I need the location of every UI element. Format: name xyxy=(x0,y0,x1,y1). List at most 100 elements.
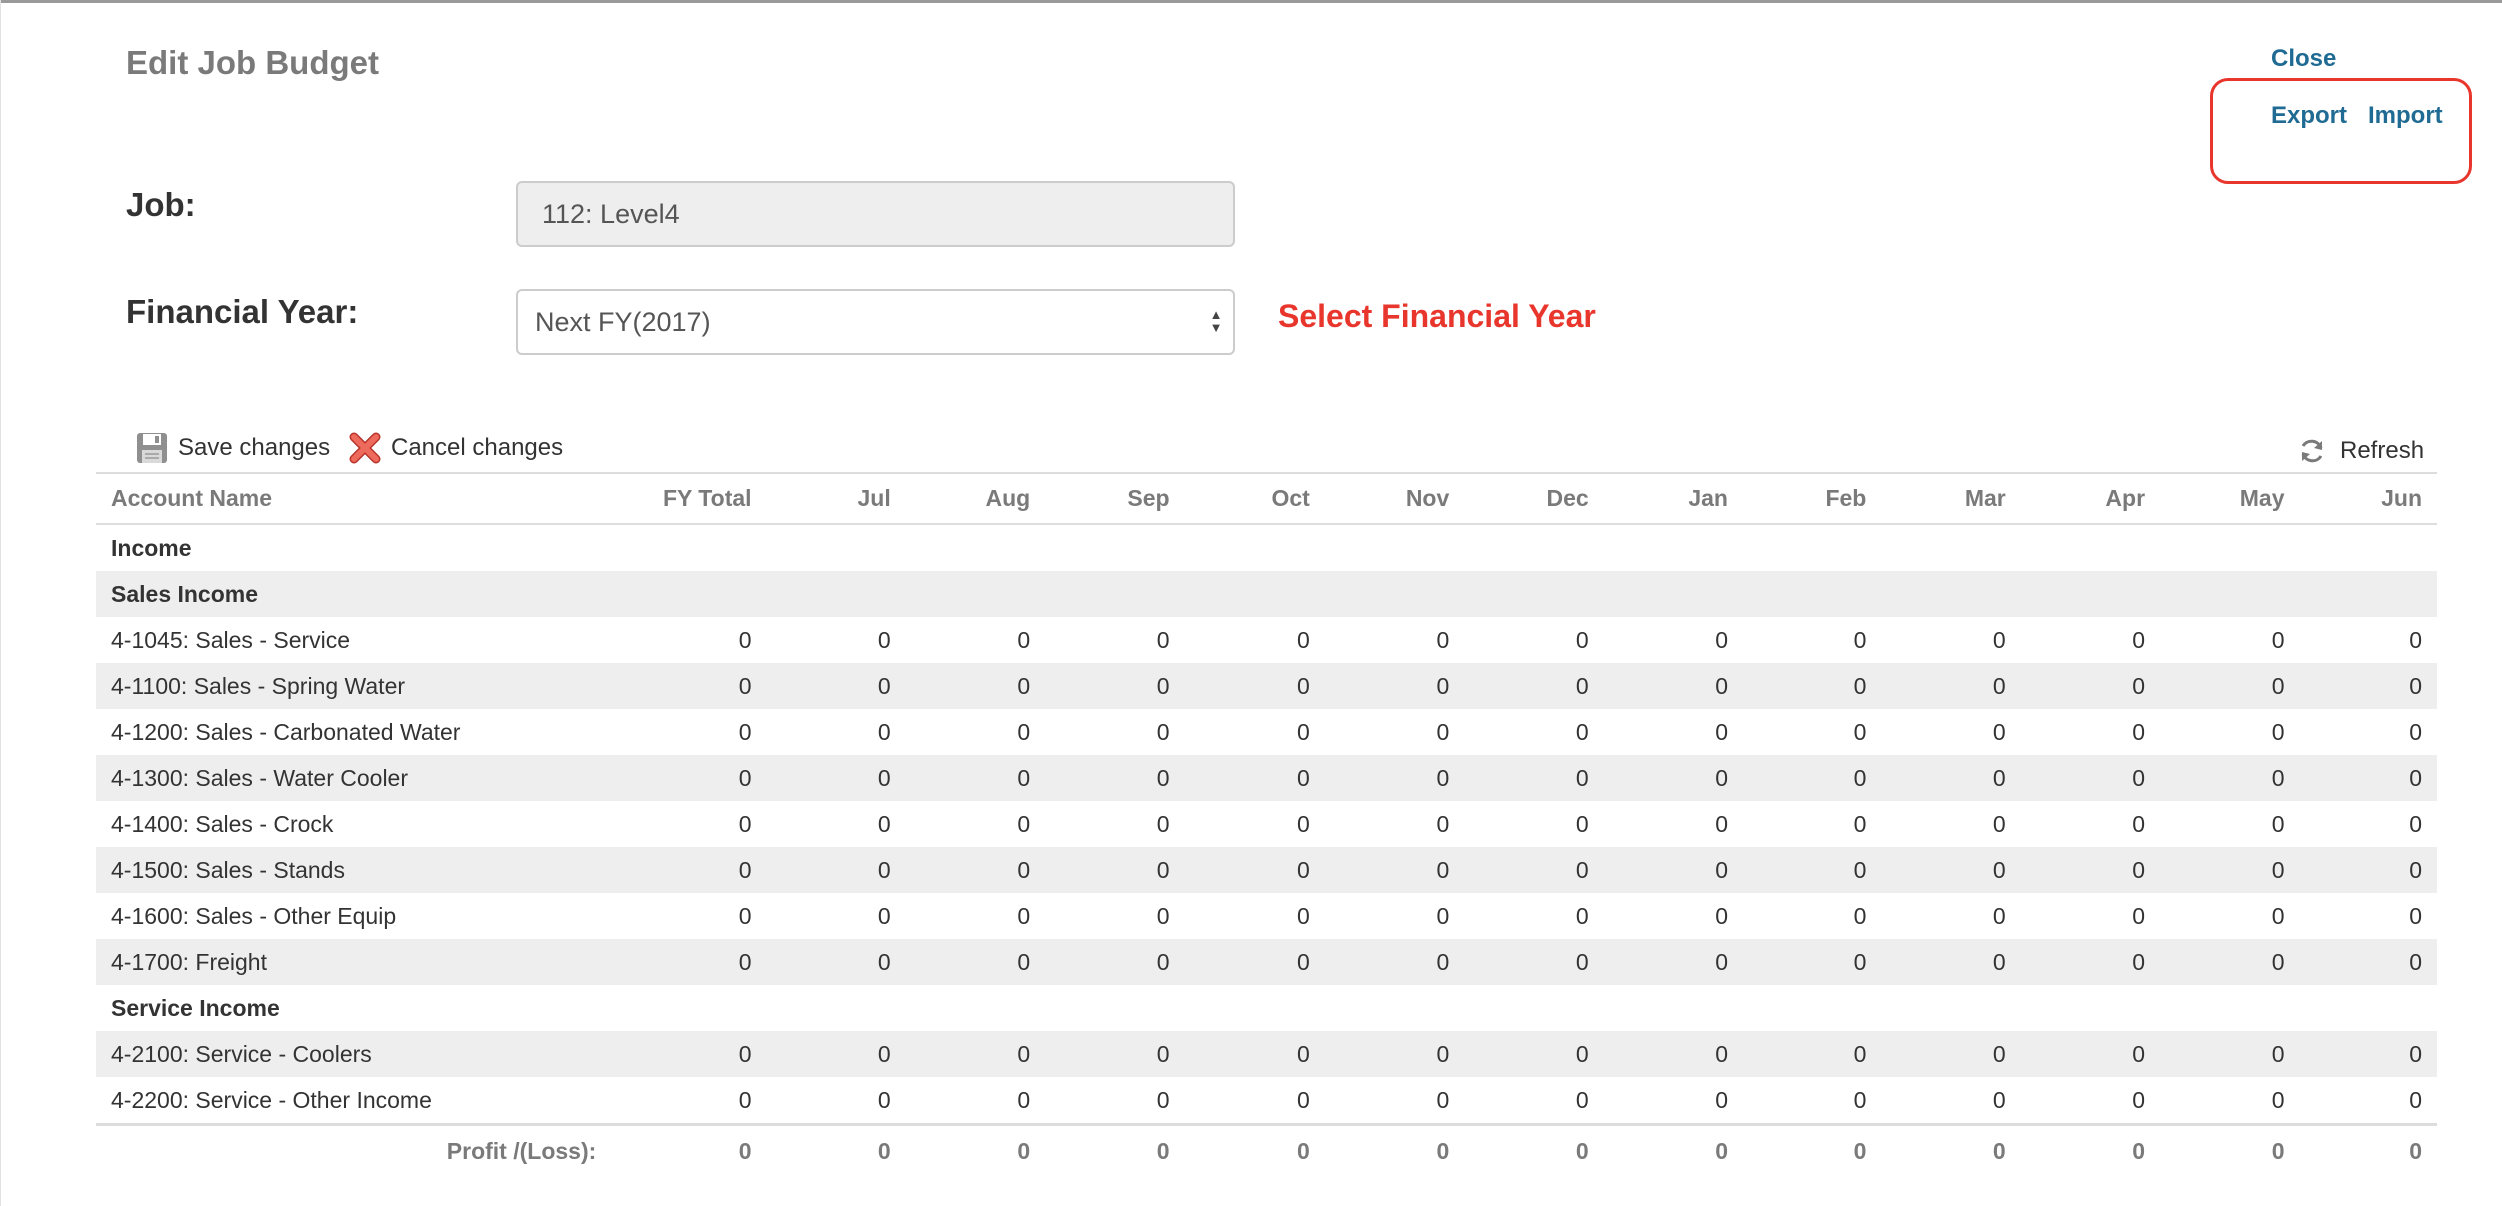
budget-value-cell[interactable]: 0 xyxy=(1603,939,1743,985)
budget-value-cell[interactable]: 0 xyxy=(2021,709,2160,755)
budget-value-cell[interactable]: 0 xyxy=(1603,663,1743,709)
budget-value-cell[interactable]: 0 xyxy=(611,939,767,985)
column-header-fy-total[interactable]: FY Total xyxy=(611,472,767,525)
budget-value-cell[interactable]: 0 xyxy=(1184,1031,1325,1077)
budget-value-cell[interactable]: 0 xyxy=(1742,663,1882,709)
budget-value-cell[interactable]: 0 xyxy=(906,801,1045,847)
column-header-jul[interactable]: Jul xyxy=(766,472,906,525)
budget-value-cell[interactable]: 0 xyxy=(766,939,906,985)
column-header-nov[interactable]: Nov xyxy=(1324,472,1465,525)
budget-value-cell[interactable]: 0 xyxy=(1881,709,2020,755)
budget-value-cell[interactable]: 0 xyxy=(2160,663,2300,709)
budget-value-cell[interactable]: 0 xyxy=(611,847,767,893)
budget-value-cell[interactable]: 0 xyxy=(1324,755,1465,801)
budget-value-cell[interactable]: 0 xyxy=(1045,801,1184,847)
column-header-account-name[interactable]: Account Name xyxy=(96,472,612,525)
budget-value-cell[interactable]: 0 xyxy=(905,939,1046,985)
column-header-apr[interactable]: Apr xyxy=(2020,472,2161,525)
budget-value-cell[interactable]: 0 xyxy=(1325,801,1464,847)
budget-value-cell[interactable]: 0 xyxy=(1464,939,1604,985)
column-header-aug[interactable]: Aug xyxy=(905,472,1046,525)
budget-value-cell[interactable]: 0 xyxy=(1603,1031,1743,1077)
budget-value-cell[interactable]: 0 xyxy=(2299,1031,2437,1077)
budget-value-cell[interactable]: 0 xyxy=(2160,939,2300,985)
budget-value-cell[interactable]: 0 xyxy=(1324,939,1465,985)
budget-value-cell[interactable]: 0 xyxy=(1325,893,1464,939)
budget-value-cell[interactable]: 0 xyxy=(1325,1077,1464,1125)
budget-value-cell[interactable]: 0 xyxy=(1742,939,1882,985)
budget-value-cell[interactable]: 0 xyxy=(1881,847,2021,893)
budget-value-cell[interactable]: 0 xyxy=(767,1077,906,1125)
table-row[interactable]: 4-1700: Freight 0 0 0 0 0 0 0 0 0 0 0 0 0 xyxy=(96,939,2437,985)
budget-value-cell[interactable]: 0 xyxy=(1185,709,1325,755)
budget-value-cell[interactable]: 0 xyxy=(1881,939,2021,985)
budget-value-cell[interactable]: 0 xyxy=(767,893,906,939)
budget-value-cell[interactable]: 0 xyxy=(2160,709,2299,755)
budget-value-cell[interactable]: 0 xyxy=(2299,847,2437,893)
table-row[interactable]: 4-1400: Sales - Crock 0 0 0 0 0 0 0 0 0 0 0 0 0 xyxy=(96,801,2437,847)
budget-value-cell[interactable]: 0 xyxy=(906,617,1045,663)
budget-value-cell[interactable]: 0 xyxy=(767,709,906,755)
table-row[interactable]: 4-1500: Sales - Stands 0 0 0 0 0 0 0 0 0 0 0 0 0 xyxy=(96,847,2437,893)
budget-value-cell[interactable]: 0 xyxy=(2300,893,2438,939)
budget-value-cell[interactable]: 0 xyxy=(1184,939,1325,985)
cancel-changes-button[interactable]: Cancel changes xyxy=(348,430,563,466)
budget-value-cell[interactable]: 0 xyxy=(1325,617,1464,663)
column-header-may[interactable]: May xyxy=(2160,472,2300,525)
budget-value-cell[interactable]: 0 xyxy=(1742,847,1882,893)
budget-value-cell[interactable]: 0 xyxy=(1881,801,2020,847)
budget-value-cell[interactable]: 0 xyxy=(1604,617,1743,663)
budget-value-cell[interactable]: 0 xyxy=(2299,755,2437,801)
save-changes-button[interactable]: Save changes xyxy=(135,430,330,466)
budget-value-cell[interactable]: 0 xyxy=(1603,847,1743,893)
budget-value-cell[interactable]: 0 xyxy=(2160,1077,2299,1125)
budget-value-cell[interactable]: 0 xyxy=(1604,801,1743,847)
budget-value-cell[interactable]: 0 xyxy=(766,755,906,801)
budget-value-cell[interactable]: 0 xyxy=(611,755,767,801)
column-header-dec[interactable]: Dec xyxy=(1464,472,1604,525)
table-row[interactable]: 4-1100: Sales - Spring Water 0 0 0 0 0 0 0 0 0 0 0 0… xyxy=(96,663,2437,709)
import-link[interactable]: Import xyxy=(2368,102,2443,130)
budget-value-cell[interactable]: 0 xyxy=(611,893,766,939)
table-row[interactable]: 4-1200: Sales - Carbonated Water 0 0 0 0 0 0 0 0… xyxy=(96,709,2437,755)
column-header-sep[interactable]: Sep xyxy=(1045,472,1185,525)
budget-value-cell[interactable]: 0 xyxy=(1324,663,1465,709)
budget-value-cell[interactable]: 0 xyxy=(2021,617,2160,663)
budget-value-cell[interactable]: 0 xyxy=(1743,617,1881,663)
budget-value-cell[interactable]: 0 xyxy=(1184,663,1325,709)
budget-value-cell[interactable]: 0 xyxy=(2021,801,2160,847)
budget-value-cell[interactable]: 0 xyxy=(906,893,1045,939)
budget-value-cell[interactable]: 0 xyxy=(1464,1031,1604,1077)
budget-value-cell[interactable]: 0 xyxy=(1464,663,1604,709)
budget-value-cell[interactable]: 0 xyxy=(1045,893,1184,939)
budget-value-cell[interactable]: 0 xyxy=(1325,709,1464,755)
budget-value-cell[interactable]: 0 xyxy=(611,1031,767,1077)
budget-value-cell[interactable]: 0 xyxy=(1464,617,1603,663)
budget-value-cell[interactable]: 0 xyxy=(1742,755,1882,801)
budget-value-cell[interactable]: 0 xyxy=(905,663,1046,709)
budget-value-cell[interactable]: 0 xyxy=(2300,801,2438,847)
budget-value-cell[interactable]: 0 xyxy=(611,801,766,847)
budget-value-cell[interactable]: 0 xyxy=(2020,847,2161,893)
budget-value-cell[interactable]: 0 xyxy=(611,617,766,663)
budget-value-cell[interactable]: 0 xyxy=(1045,939,1185,985)
budget-value-cell[interactable]: 0 xyxy=(1604,893,1743,939)
budget-value-cell[interactable]: 0 xyxy=(2021,1077,2160,1125)
budget-value-cell[interactable]: 0 xyxy=(1185,893,1325,939)
budget-value-cell[interactable]: 0 xyxy=(1185,617,1325,663)
budget-value-cell[interactable]: 0 xyxy=(2299,663,2437,709)
budget-value-cell[interactable]: 0 xyxy=(2020,755,2161,801)
budget-value-cell[interactable]: 0 xyxy=(611,663,767,709)
budget-value-cell[interactable]: 0 xyxy=(766,663,906,709)
budget-value-cell[interactable]: 0 xyxy=(2020,939,2161,985)
budget-value-cell[interactable]: 0 xyxy=(1604,1077,1743,1125)
budget-value-cell[interactable]: 0 xyxy=(2300,1077,2438,1125)
table-row[interactable]: 4-1045: Sales - Service 0 0 0 0 0 0 0 0 0 0 0 0 0 xyxy=(96,617,2437,663)
budget-value-cell[interactable]: 0 xyxy=(1045,617,1184,663)
table-row[interactable]: 4-2200: Service - Other Income 0 0 0 0 0 0 0 0 0 0… xyxy=(96,1077,2437,1125)
budget-value-cell[interactable]: 0 xyxy=(2160,617,2299,663)
export-link[interactable]: Export xyxy=(2271,102,2347,130)
budget-value-cell[interactable]: 0 xyxy=(1045,663,1185,709)
budget-value-cell[interactable]: 0 xyxy=(1464,755,1604,801)
budget-value-cell[interactable]: 0 xyxy=(767,801,906,847)
